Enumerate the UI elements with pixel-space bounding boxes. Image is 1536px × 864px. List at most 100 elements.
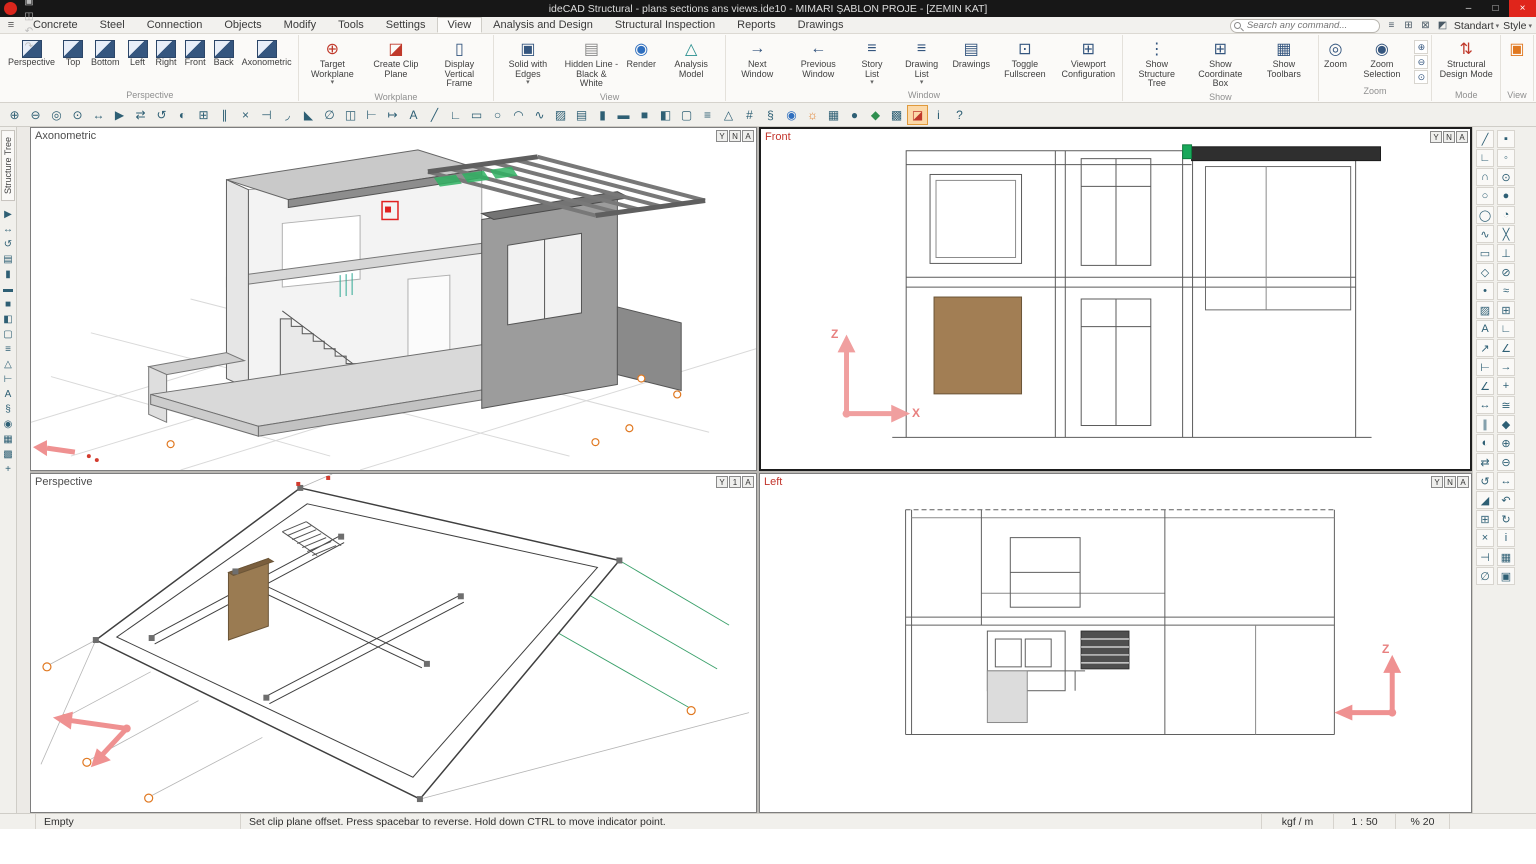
menu-tab[interactable]: Analysis and Design <box>482 17 604 33</box>
help-icon[interactable]: ? <box>949 105 970 125</box>
right-button[interactable]: Right <box>153 36 180 69</box>
layers-icon[interactable]: ▦ <box>1 432 16 447</box>
line-icon[interactable]: ╱ <box>424 105 445 125</box>
rectangle-icon[interactable]: ▭ <box>1476 244 1494 262</box>
pan-icon[interactable]: ↔ <box>88 105 109 125</box>
offset-icon[interactable]: ∥ <box>1476 415 1494 433</box>
viewport-perspective[interactable]: Perspective Y1A <box>30 473 757 813</box>
close-button[interactable]: × <box>1509 0 1536 17</box>
create-clip-plane-button[interactable]: ◪Create Clip Plane <box>365 36 427 80</box>
section-icon[interactable]: § <box>760 105 781 125</box>
undo-icon[interactable]: ↶ <box>21 24 37 39</box>
viewport-control-button[interactable]: A <box>1457 476 1469 488</box>
beam-icon[interactable]: ▬ <box>1 282 16 297</box>
maximize-button[interactable]: □ <box>1482 0 1509 17</box>
refresh-icon[interactable]: ↻ <box>1497 510 1515 528</box>
standart-dropdown[interactable]: Standart▾ <box>1454 20 1499 32</box>
viewport-control-button[interactable]: N <box>1444 476 1456 488</box>
door-icon[interactable]: ◧ <box>655 105 676 125</box>
left-elevation-canvas[interactable] <box>760 474 1471 812</box>
axonometric-canvas[interactable] <box>31 128 756 470</box>
back-button[interactable]: Back <box>211 36 237 69</box>
extend-icon[interactable]: ⊣ <box>256 105 277 125</box>
pan-icon[interactable]: ↔ <box>1497 472 1515 490</box>
drawing-list-button[interactable]: ≡Drawing List▾ <box>895 36 948 87</box>
door-icon[interactable]: ◧ <box>1 312 16 327</box>
dim-angular-icon[interactable]: ∠ <box>1476 377 1494 395</box>
structural-design-mode-button[interactable]: ⇅Structural Design Mode <box>1435 36 1497 80</box>
window-icon[interactable]: ▢ <box>1 327 16 342</box>
show-toolbars-button[interactable]: ▦Show Toolbars <box>1253 36 1315 80</box>
menu-tab[interactable]: View <box>437 17 483 33</box>
style-dropdown[interactable]: Style▾ <box>1503 20 1532 32</box>
text-icon[interactable]: A <box>403 105 424 125</box>
point-icon[interactable]: • <box>1476 282 1494 300</box>
flag-icon[interactable]: ◩ <box>1435 18 1450 33</box>
visibility-icon[interactable]: ● <box>844 105 865 125</box>
drawings-button[interactable]: ▤Drawings <box>950 36 992 71</box>
layers-grid-icon[interactable]: ▦ <box>823 105 844 125</box>
status-zoom[interactable]: % 20 <box>1396 814 1450 829</box>
column-icon[interactable]: ▮ <box>592 105 613 125</box>
polyline-icon[interactable]: ∟ <box>445 105 466 125</box>
story-list-button[interactable]: ≡Story List▾ <box>851 36 893 87</box>
dim-linear-icon[interactable]: ⊢ <box>1476 358 1494 376</box>
dimension-icon[interactable]: ⊢ <box>1 372 16 387</box>
previous-window-button[interactable]: ←Previous Window <box>788 36 849 80</box>
viewport-control-button[interactable]: Y <box>1430 131 1442 143</box>
menu-tab[interactable]: Drawings <box>787 17 855 33</box>
bottom-button[interactable]: Bottom <box>88 36 123 69</box>
menu-tab[interactable]: Reports <box>726 17 787 33</box>
endpoint-snap-icon[interactable]: ▪ <box>1497 130 1515 148</box>
menu-tab[interactable]: Settings <box>375 17 437 33</box>
info-icon[interactable]: i <box>928 105 949 125</box>
solid-with-edges-button[interactable]: ▣Solid with Edges▾ <box>497 36 558 87</box>
status-scale[interactable]: 1 : 50 <box>1334 814 1396 829</box>
zoom-out-mini-icon[interactable]: ⊖ <box>1414 55 1428 69</box>
clip-plane-tool-icon[interactable]: ◪ <box>907 105 928 125</box>
zoom-out-icon[interactable]: ⊖ <box>25 105 46 125</box>
erase-icon[interactable]: ∅ <box>319 105 340 125</box>
perpendicular-snap-icon[interactable]: ⊥ <box>1497 244 1515 262</box>
nearest-snap-icon[interactable]: ≈ <box>1497 282 1515 300</box>
front-button[interactable]: Front <box>182 36 209 69</box>
render-button[interactable]: ◉Render <box>624 36 658 71</box>
extend-icon[interactable]: ⊣ <box>1476 548 1494 566</box>
zoom-in-icon[interactable]: ⊕ <box>4 105 25 125</box>
minimize-button[interactable]: – <box>1455 0 1482 17</box>
view-settings-button[interactable]: ▣ <box>1504 36 1530 61</box>
save-icon[interactable]: ◫ <box>21 9 37 24</box>
analysis-model-button[interactable]: △Analysis Model <box>660 36 721 80</box>
menu-tab[interactable]: Modify <box>273 17 327 33</box>
viewport-control-button[interactable]: N <box>1443 131 1455 143</box>
trim-icon[interactable]: × <box>1476 529 1494 547</box>
arc-icon[interactable]: ◠ <box>508 105 529 125</box>
command-list-icon[interactable]: ≡ <box>1384 18 1399 33</box>
slab-icon[interactable]: ■ <box>1 297 16 312</box>
array-icon[interactable]: ⊞ <box>193 105 214 125</box>
ucs-icon[interactable]: + <box>1497 377 1515 395</box>
quadrant-snap-icon[interactable]: ◔ <box>1497 206 1515 224</box>
fillet-icon[interactable]: ◞ <box>277 105 298 125</box>
zoom-out-icon[interactable]: ⊖ <box>1497 453 1515 471</box>
front-elevation-canvas[interactable] <box>761 129 1470 469</box>
node-snap-icon[interactable]: ● <box>1497 187 1515 205</box>
command-search-input[interactable] <box>1230 19 1380 33</box>
viewport-left[interactable]: Left YNA Z <box>759 473 1472 813</box>
pan-icon[interactable]: ↔ <box>1 222 16 237</box>
wall-icon[interactable]: ▤ <box>571 105 592 125</box>
viewport-configuration-button[interactable]: ⊞Viewport Configuration <box>1058 36 1119 80</box>
orbit-icon[interactable]: ↺ <box>1 237 16 252</box>
arc-icon[interactable]: ∩ <box>1476 168 1494 186</box>
viewport-front[interactable]: Front YNA Z X <box>759 127 1472 471</box>
dimension-icon[interactable]: ↦ <box>382 105 403 125</box>
materials-icon[interactable]: ▩ <box>1 447 16 462</box>
next-window-button[interactable]: →Next Window <box>729 36 786 80</box>
viewport-control-button[interactable]: A <box>742 130 754 142</box>
menu-tab[interactable]: Tools <box>327 17 375 33</box>
axonometric-button[interactable]: Axonometric <box>239 36 295 69</box>
line-icon[interactable]: ╱ <box>1476 130 1494 148</box>
zoom-button[interactable]: ◎Zoom <box>1322 36 1350 71</box>
grid-snap-icon[interactable]: ⊞ <box>1497 301 1515 319</box>
viewport-control-button[interactable]: 1 <box>729 476 741 488</box>
